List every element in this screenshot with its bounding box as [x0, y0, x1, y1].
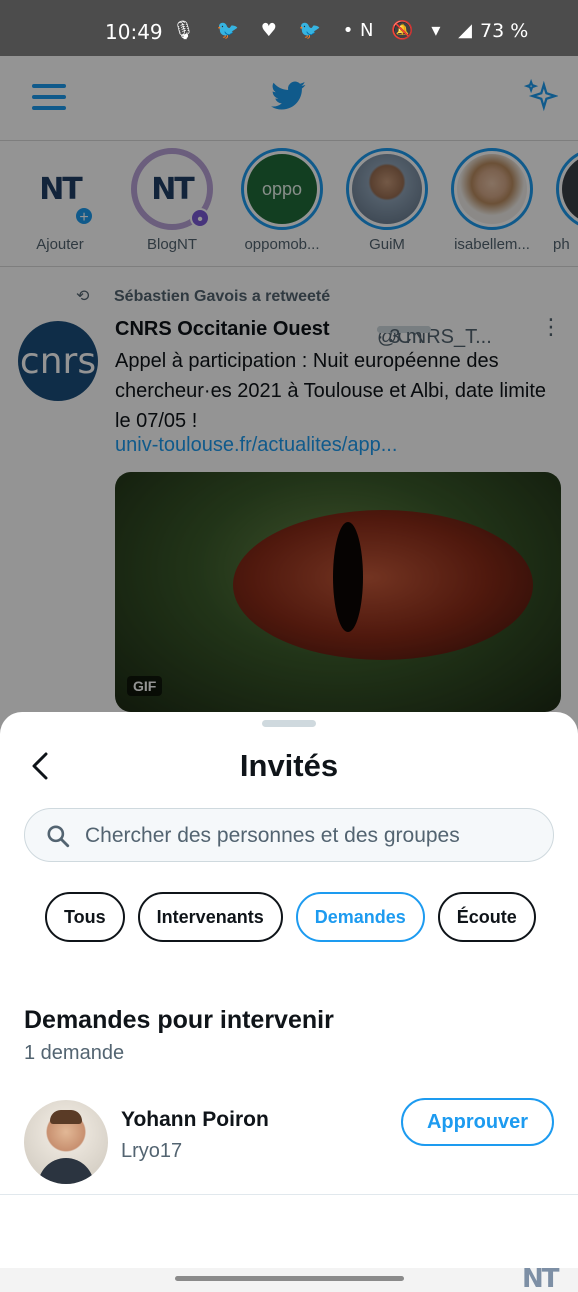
system-nav-bar — [0, 1268, 578, 1292]
status-time: 10:49 — [105, 20, 163, 44]
requester-name: Yohann Poiron — [121, 1108, 269, 1131]
filter-chips: Tous Intervenants Demandes Écoute — [45, 892, 536, 942]
notification-icons: 🎙 🐦 ♥ 🐦 • — [172, 20, 362, 41]
avatar[interactable] — [24, 1100, 108, 1184]
back-button[interactable] — [28, 750, 56, 782]
system-icons: N 🔕 ▾ ◢ — [360, 20, 478, 41]
filter-chip-ecoute[interactable]: Écoute — [437, 892, 536, 942]
request-row[interactable]: Yohann Poiron Lryo17 Approuver — [0, 1094, 578, 1194]
filter-chip-tous[interactable]: Tous — [45, 892, 125, 942]
section-count: 1 demande — [24, 1042, 125, 1064]
sheet-divider — [0, 1194, 578, 1195]
sheet-title: Invités — [239, 748, 339, 783]
filter-chip-intervenants[interactable]: Intervenants — [137, 892, 283, 942]
search-input[interactable] — [85, 819, 545, 853]
approve-button[interactable]: Approuver — [401, 1098, 554, 1146]
nt-watermark: NT — [522, 1264, 559, 1292]
chevron-left-icon — [32, 752, 48, 780]
filter-chip-demandes[interactable]: Demandes — [295, 892, 425, 942]
guests-bottom-sheet: Invités Tous Intervenants Demandes Écout… — [0, 712, 578, 1292]
section-title: Demandes pour intervenir — [24, 1006, 334, 1034]
status-bar: 10:49 🎙 🐦 ♥ 🐦 • N 🔕 ▾ ◢ 73 % — [0, 0, 578, 56]
sheet-drag-handle[interactable] — [262, 720, 316, 727]
battery-level: 73 % — [480, 20, 529, 42]
home-gesture-pill[interactable] — [175, 1276, 404, 1281]
search-field[interactable] — [24, 808, 554, 862]
search-icon — [47, 825, 70, 848]
requester-handle: Lryo17 — [121, 1140, 183, 1162]
